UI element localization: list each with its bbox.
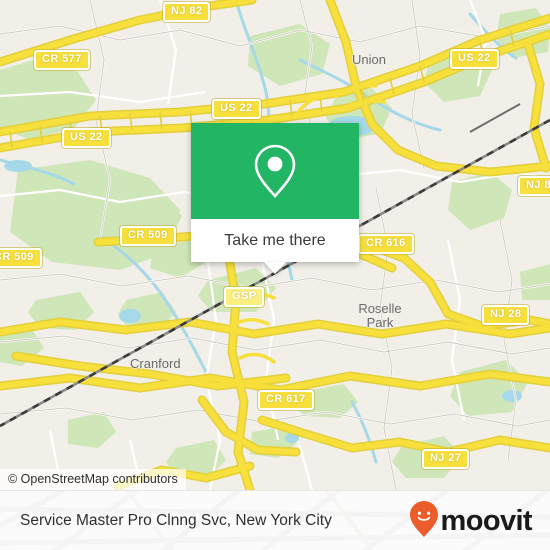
location-title: Service Master Pro Clnng Svc, New York C…: [20, 512, 332, 529]
osm-attribution[interactable]: © OpenStreetMap contributors: [0, 469, 186, 490]
road-shield-cr617: CR 617: [258, 390, 314, 410]
road-shield-nj27: NJ 27: [422, 449, 470, 469]
road-shield-nj28: NJ 28: [482, 305, 530, 325]
moovit-wordmark: moovit: [440, 504, 533, 537]
road-shield-cr577: CR 577: [34, 50, 90, 70]
map-pin-icon: [252, 143, 298, 199]
moovit-smiley-pin-icon: [409, 500, 439, 543]
road-shield-gsp: GSP: [224, 287, 265, 307]
road-shield-cr509-west: CR 509: [0, 248, 42, 268]
popup-action-bar[interactable]: Take me there: [191, 219, 359, 262]
map-canvas[interactable]: Union Roselle Park Cranford NJ 82 CR 577…: [0, 0, 550, 490]
popup-pointer-tail: [264, 262, 286, 274]
road-shield-us22-west: US 22: [62, 128, 111, 148]
location-popup-card[interactable]: Take me there: [191, 123, 359, 274]
road-shield-nj82-north: NJ 82: [163, 2, 211, 22]
road-shield-cr616: CR 616: [358, 234, 414, 254]
take-me-there-label: Take me there: [224, 231, 326, 249]
place-label-cranford: Cranford: [130, 356, 181, 371]
road-shield-nj82-east: NJ 82: [518, 176, 550, 196]
place-label-roselle-park: Roselle Park: [358, 301, 402, 330]
road-shield-us22-center: US 22: [212, 99, 261, 119]
moovit-logo[interactable]: moovit: [409, 500, 533, 543]
road-shield-cr509-center: CR 509: [120, 226, 176, 246]
place-label-union: Union: [352, 52, 386, 67]
road-shield-us22-east: US 22: [450, 49, 499, 69]
footer-bar: Service Master Pro Clnng Svc, New York C…: [0, 490, 550, 550]
popup-header: [191, 123, 359, 219]
map-screen: Union Roselle Park Cranford NJ 82 CR 577…: [0, 0, 550, 550]
